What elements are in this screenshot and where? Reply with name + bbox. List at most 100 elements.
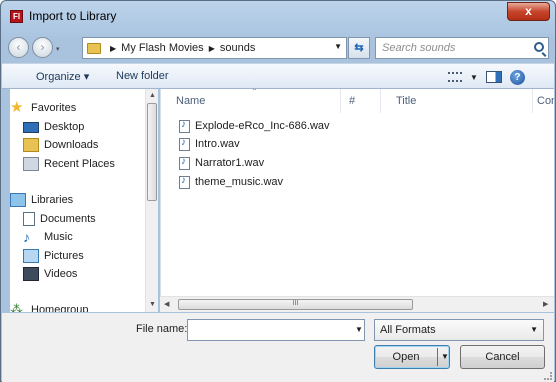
nav-item-recent-places[interactable]: Recent Places <box>23 156 115 172</box>
column-header-title[interactable]: Title <box>381 89 533 113</box>
column-header-number[interactable]: # <box>341 89 381 113</box>
new-folder-button[interactable]: New folder <box>116 70 169 82</box>
scrollbar-thumb[interactable]: III <box>178 299 413 310</box>
file-row[interactable]: theme_music.wav <box>179 174 283 190</box>
file-name: Intro.wav <box>195 138 240 150</box>
file-row[interactable]: Narrator1.wav <box>179 155 264 171</box>
documents-icon <box>23 212 35 226</box>
nav-label: Videos <box>44 268 78 280</box>
file-name: theme_music.wav <box>195 176 284 188</box>
back-button[interactable]: ‹ <box>8 37 29 58</box>
refresh-button[interactable]: ⇆ <box>348 37 370 59</box>
scrollbar-thumb[interactable] <box>147 103 157 201</box>
resize-grip-icon[interactable] <box>544 372 552 380</box>
open-options-dropdown-icon[interactable]: ▼ <box>441 346 449 368</box>
flash-app-icon: Fl <box>10 10 23 23</box>
navigation-pane: ★ Favorites Desktop Downloads Recent Pla… <box>10 89 157 312</box>
close-button[interactable]: x <box>507 2 550 21</box>
column-label: Title <box>396 95 417 107</box>
file-name-label: File name: <box>136 323 188 335</box>
search-box[interactable]: Search sounds <box>375 37 549 59</box>
audio-file-icon <box>179 156 190 170</box>
nav-item-downloads[interactable]: Downloads <box>23 137 98 153</box>
sort-ascending-icon: ⌃ <box>251 89 258 96</box>
search-input[interactable]: Search sounds <box>382 42 455 54</box>
scroll-down-icon[interactable]: ▼ <box>149 301 156 308</box>
nav-item-desktop[interactable]: Desktop <box>23 119 84 135</box>
column-header-contributing-artists[interactable]: Cont <box>533 89 554 113</box>
audio-file-icon <box>179 119 190 133</box>
nav-item-documents[interactable]: Documents <box>23 211 96 227</box>
breadcrumb-sounds[interactable]: sounds <box>220 42 255 54</box>
file-name-dropdown-icon[interactable]: ▼ <box>355 325 363 334</box>
column-label: # <box>349 95 356 107</box>
change-view-icon[interactable] <box>448 72 462 82</box>
nav-item-libraries[interactable]: Libraries <box>10 192 73 208</box>
nav-item-pictures[interactable]: Pictures <box>23 248 84 264</box>
crumb-separator-icon[interactable]: ▶ <box>209 44 215 53</box>
file-list-horizontal-scrollbar[interactable]: ◀ III ▶ <box>160 296 554 312</box>
nav-item-favorites[interactable]: ★ Favorites <box>10 100 76 116</box>
nav-label: Documents <box>40 213 96 225</box>
nav-label: Downloads <box>44 139 99 151</box>
file-type-dropdown-icon: ▼ <box>530 325 538 334</box>
column-label: Cont <box>537 95 554 107</box>
folder-icon <box>87 42 101 54</box>
audio-file-icon <box>179 137 190 151</box>
organize-button[interactable]: Organize ▾ <box>36 70 89 83</box>
column-label: Name <box>176 95 206 107</box>
view-controls: ▼ ? <box>448 69 525 85</box>
file-name: Explode-eRco_Inc-686.wav <box>195 120 330 132</box>
column-header-name[interactable]: ⌃ Name <box>161 89 341 113</box>
window-title: Import to Library <box>29 9 117 23</box>
command-toolbar: Organize ▾ New folder ▼ ? <box>2 63 554 89</box>
music-icon: ♪ <box>23 229 30 245</box>
address-row: ‹ › ▾ ▶ My Flash Movies ▶ sounds ▼ ⇆ Sea… <box>1 31 555 63</box>
breadcrumb-my-flash-movies[interactable]: My Flash Movies <box>121 42 204 54</box>
nav-label: Libraries <box>31 194 74 206</box>
homegroup-icon: ⁂ <box>10 302 23 313</box>
scroll-up-icon[interactable]: ▲ <box>149 92 156 99</box>
nav-label: Favorites <box>31 102 77 114</box>
open-label: Open <box>392 351 420 363</box>
import-dialog: Fl Import to Library x ‹ › ▾ ▶ My Flash … <box>0 0 556 382</box>
search-icon[interactable] <box>534 42 544 52</box>
recent-pages-chevron-icon[interactable]: ▾ <box>56 45 60 53</box>
dialog-footer: File name: ▼ All Formats ▼ Open ▼ Cancel <box>2 313 554 382</box>
scroll-right-icon[interactable]: ▶ <box>543 300 548 308</box>
nav-label: Recent Places <box>44 158 115 170</box>
cancel-button[interactable]: Cancel <box>460 345 545 369</box>
scroll-left-icon[interactable]: ◀ <box>164 300 169 308</box>
star-icon: ★ <box>10 99 24 116</box>
file-type-value: All Formats <box>380 324 436 336</box>
nav-label: Pictures <box>44 250 84 262</box>
videos-icon <box>23 267 39 281</box>
file-row[interactable]: Explode-eRco_Inc-686.wav <box>179 118 330 134</box>
preview-pane-icon[interactable] <box>485 71 502 83</box>
nav-label: Music <box>44 231 73 243</box>
crumb-separator-icon[interactable]: ▶ <box>110 44 116 53</box>
title-bar[interactable]: Fl Import to Library x <box>1 1 555 31</box>
forward-button[interactable]: › <box>32 37 53 58</box>
address-bar[interactable]: ▶ My Flash Movies ▶ sounds ▼ <box>82 37 347 59</box>
pictures-icon <box>23 249 39 263</box>
nav-label: Homegroup <box>31 304 89 312</box>
nav-item-music[interactable]: ♪ Music <box>23 229 73 245</box>
desktop-icon <box>23 121 39 133</box>
help-icon[interactable]: ? <box>509 69 525 85</box>
split-divider <box>437 348 438 366</box>
nav-item-homegroup[interactable]: ⁂ Homegroup <box>10 302 89 313</box>
file-name: Narrator1.wav <box>195 157 265 169</box>
file-list-pane: ⌃ Name # Title Cont Explode-eRco_Inc-686… <box>160 89 554 296</box>
downloads-icon <box>23 138 39 152</box>
file-row[interactable]: Intro.wav <box>179 136 240 152</box>
nav-item-videos[interactable]: Videos <box>23 266 77 282</box>
nav-pane-scrollbar[interactable]: ▲ ▼ <box>145 89 158 312</box>
file-name-input[interactable] <box>187 319 365 341</box>
recent-places-icon <box>23 157 39 171</box>
open-button[interactable]: Open ▼ <box>374 345 450 369</box>
address-dropdown-icon[interactable]: ▼ <box>334 42 342 51</box>
file-type-select[interactable]: All Formats ▼ <box>374 319 544 341</box>
view-dropdown-icon[interactable]: ▼ <box>470 73 478 82</box>
nav-label: Desktop <box>44 121 85 133</box>
